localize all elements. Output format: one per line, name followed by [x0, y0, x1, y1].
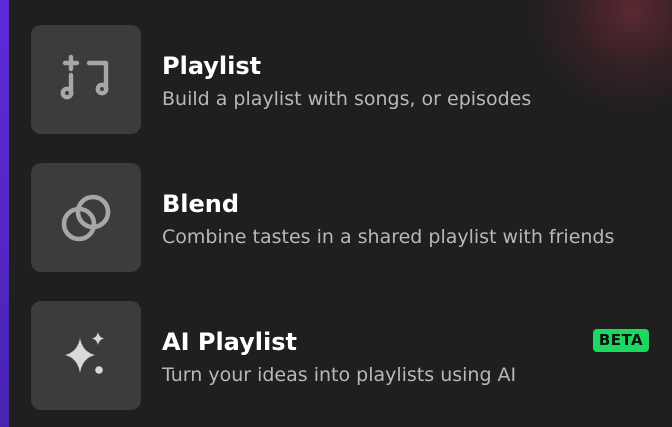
ai-playlist-title: AI Playlist: [162, 328, 297, 356]
playlist-title: Playlist: [162, 52, 262, 80]
sparkle-icon: [65, 331, 104, 374]
blend-icon-tile: [31, 163, 141, 272]
menu-item-blend[interactable]: Blend Combine tastes in a shared playlis…: [31, 163, 672, 273]
music-plus-icon: [60, 54, 109, 99]
playlist-icon-tile: [31, 25, 141, 134]
blend-icon: [61, 194, 111, 241]
blend-subtitle: Combine tastes in a shared playlist with…: [162, 226, 615, 248]
blend-title: Blend: [162, 190, 240, 218]
menu-item-playlist[interactable]: Playlist Build a playlist with songs, or…: [31, 25, 672, 135]
create-menu: Playlist Build a playlist with songs, or…: [0, 0, 672, 427]
playlist-subtitle: Build a playlist with songs, or episodes: [162, 88, 532, 110]
beta-badge: BETA: [593, 329, 649, 352]
create-menu-screen: Playlist Build a playlist with songs, or…: [0, 0, 672, 427]
menu-item-ai-playlist[interactable]: AI Playlist BETA Turn your ideas into pl…: [31, 301, 672, 411]
ai-playlist-subtitle: Turn your ideas into playlists using AI: [162, 364, 517, 386]
ai-playlist-icon-tile: [31, 301, 141, 410]
